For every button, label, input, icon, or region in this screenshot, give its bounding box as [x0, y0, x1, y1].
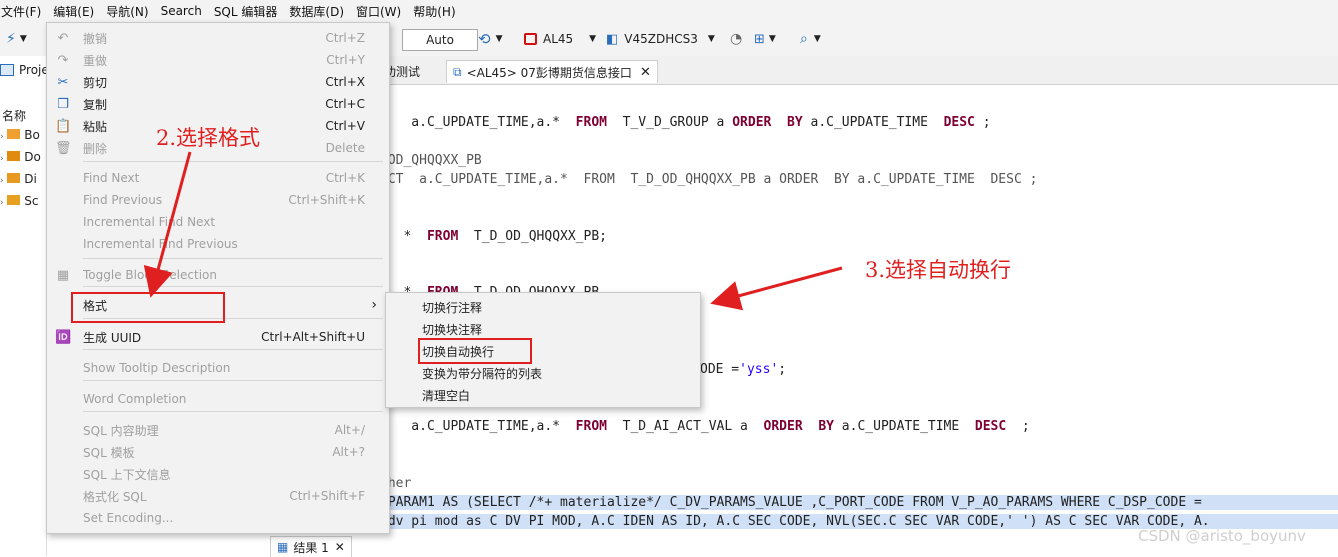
arrow-step3	[710, 266, 843, 311]
annotation-arrows	[143, 151, 843, 311]
annotation-step2: 2.选择格式	[156, 126, 261, 150]
watermark: CSDN @aristo_boyunv	[1138, 527, 1306, 545]
annotation-step3: 3.选择自动换行	[865, 258, 1012, 282]
arrow-step2	[143, 151, 192, 298]
